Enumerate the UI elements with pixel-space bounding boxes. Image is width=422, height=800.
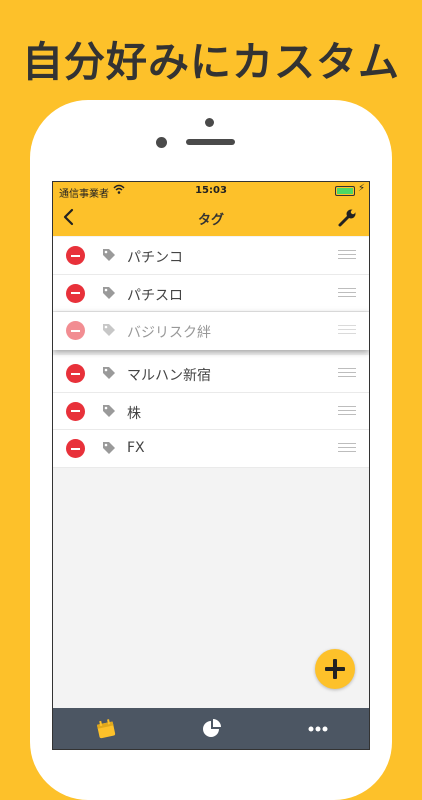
tab-more[interactable] (265, 708, 369, 749)
app-screen: 通信事業者 15:03 ⚡ タグ パチンコ パチスロ バジリスク絆 マルハン新宿… (52, 181, 370, 750)
delete-button[interactable] (66, 439, 85, 458)
tag-row[interactable]: パチンコ (53, 237, 369, 275)
tab-chart[interactable] (159, 708, 265, 749)
tag-icon (103, 249, 115, 261)
delete-button[interactable] (66, 401, 85, 421)
sensor-dot (156, 137, 167, 148)
promo-headline: 自分好みにカスタム (22, 38, 400, 86)
delete-button[interactable] (66, 321, 85, 340)
delete-button[interactable] (66, 364, 85, 383)
tag-icon (103, 442, 115, 454)
reorder-handle[interactable] (338, 287, 356, 298)
tag-label: 株 (127, 405, 141, 422)
tab-bar (53, 708, 369, 749)
reorder-handle[interactable] (338, 368, 356, 378)
camera-dot (205, 118, 214, 127)
more-icon (308, 726, 328, 732)
tag-label: FX (127, 440, 145, 456)
status-time: 15:03 (195, 185, 227, 196)
tag-label: パチンコ (127, 250, 183, 266)
page-title: タグ (197, 213, 224, 228)
tag-icon (103, 324, 115, 336)
tag-row[interactable]: FX (53, 430, 369, 468)
charging-icon: ⚡ (357, 183, 365, 194)
pie-chart-icon (203, 719, 221, 737)
tag-row[interactable]: パチスロ (53, 274, 369, 312)
reorder-handle[interactable] (338, 443, 356, 453)
tag-icon (103, 367, 115, 379)
delete-button[interactable] (66, 246, 85, 265)
tag-icon (103, 404, 115, 417)
calendar-icon (96, 719, 116, 739)
wrench-icon[interactable] (337, 208, 357, 228)
tab-calendar[interactable] (53, 708, 159, 749)
tag-label: バジリスク絆 (127, 325, 211, 341)
add-tag-button[interactable] (315, 649, 355, 689)
reorder-handle[interactable] (338, 325, 356, 335)
tag-icon (103, 286, 115, 299)
tag-row[interactable]: 株 (53, 392, 369, 430)
tag-list: パチンコ パチスロ バジリスク絆 マルハン新宿 株 FX (53, 237, 369, 468)
reorder-handle[interactable] (338, 250, 356, 260)
delete-button[interactable] (66, 283, 85, 303)
tag-row-dragging[interactable]: バジリスク絆 (53, 312, 369, 350)
reorder-handle[interactable] (338, 405, 356, 416)
navigation-bar: タグ (53, 199, 369, 236)
tag-label: パチスロ (127, 287, 183, 304)
tag-row[interactable]: マルハン新宿 (53, 355, 369, 393)
status-bar: 通信事業者 15:03 ⚡ (53, 182, 369, 200)
tag-label: マルハン新宿 (127, 368, 211, 384)
back-button[interactable] (59, 207, 79, 227)
earpiece-speaker (186, 139, 235, 145)
battery-icon (335, 186, 355, 196)
